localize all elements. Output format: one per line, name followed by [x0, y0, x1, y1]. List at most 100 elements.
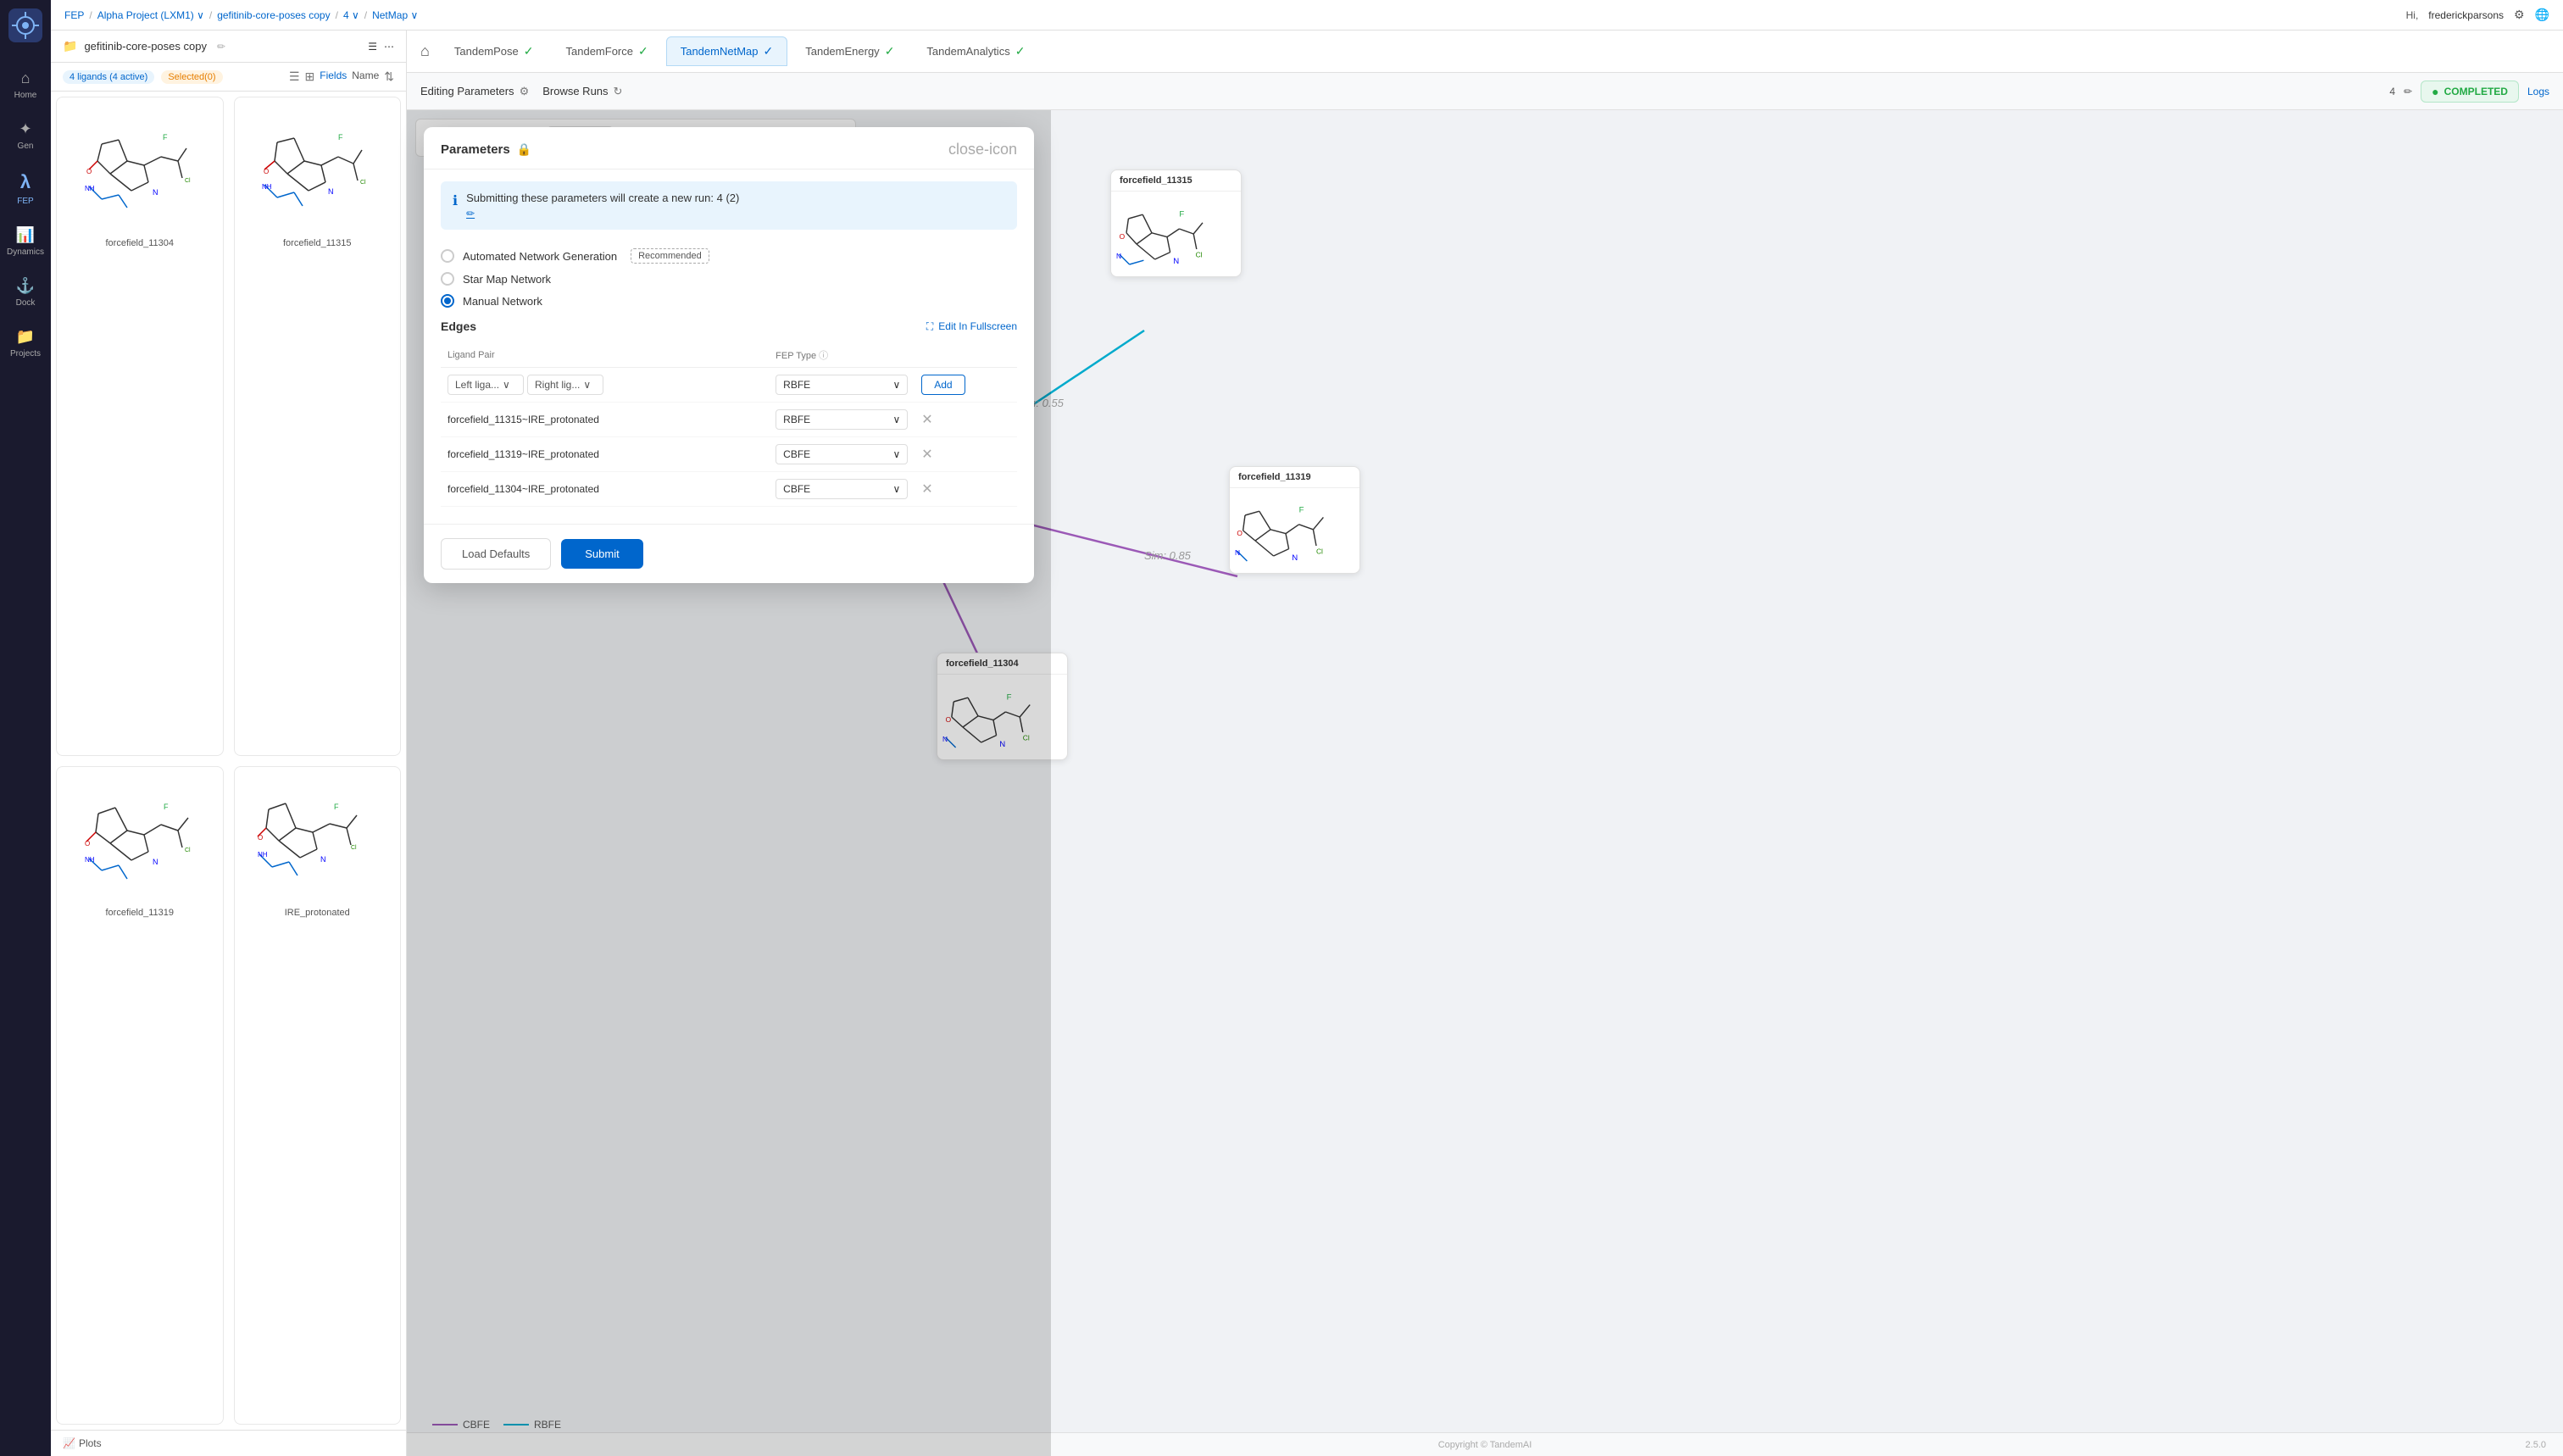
add-edge-button[interactable]: Add [921, 375, 965, 395]
sort-icon[interactable]: ⇅ [384, 69, 394, 84]
tab-tandemforce[interactable]: TandemForce ✓ [552, 36, 663, 66]
edge-fep-select-3[interactable]: CBFE ∨ [776, 479, 908, 499]
sidebar-item-projects[interactable]: 📁 Projects [0, 318, 51, 369]
sidebar-item-gen[interactable]: ✦ Gen [0, 110, 51, 161]
list-view-icon[interactable]: ☰ [289, 69, 300, 84]
settings-icon[interactable]: ⚙ [2514, 8, 2525, 22]
copyright-text: Copyright © TandemAI [1438, 1440, 1532, 1450]
fep-chevron-icon: ∨ [892, 379, 900, 391]
remove-edge-2-button[interactable]: ✕ [921, 447, 932, 462]
ligand-card-11304[interactable]: N F O Cl NH forcefield_11304 [56, 97, 224, 756]
node-forcefield-11315[interactable]: forcefield_11315 [1110, 169, 1242, 277]
edge-remove-1: ✕ [915, 403, 1017, 437]
breadcrumb-netmap[interactable]: NetMap ∨ [372, 9, 418, 21]
breadcrumb-count[interactable]: 4 ∨ [343, 9, 359, 21]
radio-manual[interactable]: Manual Network [441, 294, 1017, 308]
lock-icon: 🔒 [517, 142, 531, 157]
name-label[interactable]: Name [352, 69, 379, 84]
edit-folder-icon[interactable]: ✏ [217, 41, 225, 53]
browse-runs-label: Browse Runs [542, 85, 608, 97]
svg-text:O: O [264, 168, 269, 175]
fep-type-select[interactable]: RBFE ∨ [776, 375, 908, 395]
left-ligand-select[interactable]: Left liga... ∨ [448, 375, 524, 395]
edge-fep-chevron-3: ∨ [892, 483, 900, 495]
radio-automated-label: Automated Network Generation [463, 250, 617, 263]
svg-text:O: O [85, 840, 90, 847]
notice-text: Submitting these parameters will create … [466, 192, 739, 204]
edge-fep-2: CBFE ∨ [769, 437, 915, 472]
node-forcefield-11319[interactable]: forcefield_11319 [1229, 466, 1360, 574]
load-defaults-button[interactable]: Load Defaults [441, 538, 551, 570]
breadcrumb-project[interactable]: Alpha Project (LXM1) ∨ [97, 9, 204, 21]
menu-icon[interactable]: ☰ [368, 41, 377, 53]
more-icon[interactable]: ⋯ [384, 41, 394, 53]
globe-icon[interactable]: 🌐 [2535, 8, 2549, 22]
ligand-header: 📁 gefitinib-core-poses copy ✏ ☰ ⋯ [51, 31, 406, 63]
gear-small-icon: ⚙ [520, 85, 530, 98]
ligand-panel: 📁 gefitinib-core-poses copy ✏ ☰ ⋯ 4 liga… [51, 31, 407, 1456]
sidebar-item-fep[interactable]: λ FEP [0, 161, 51, 216]
grid-view-icon[interactable]: ⊞ [305, 69, 315, 84]
tab-tandemnetmap[interactable]: TandemNetMap ✓ [666, 36, 788, 66]
ligand-card-ire[interactable]: N F O Cl NH IRE_protonated [234, 766, 402, 1425]
fep-type-info-icon: ⓘ [819, 351, 828, 361]
svg-text:Sim: 0.85: Sim: 0.85 [1144, 549, 1192, 562]
params-title: Parameters 🔒 [441, 142, 531, 157]
plots-label: Plots [79, 1437, 102, 1449]
sidebar-item-home[interactable]: ⌂ Home [0, 59, 51, 110]
params-header: Parameters 🔒 close-icon [424, 127, 1034, 169]
tab-tandemenergy[interactable]: TandemEnergy ✓ [791, 36, 909, 66]
edge-fep-value-2: CBFE [783, 448, 810, 460]
ligand-footer: 📈 Plots [51, 1430, 406, 1456]
remove-edge-1-button[interactable]: ✕ [921, 413, 932, 427]
sidebar-item-dynamics[interactable]: 📊 Dynamics [0, 216, 51, 267]
browse-runs-btn[interactable]: Browse Runs ↻ [542, 85, 622, 98]
ligand-count-badge[interactable]: 4 ligands (4 active) [63, 70, 154, 84]
params-notice: ℹ Submitting these parameters will creat… [441, 181, 1017, 230]
tab-tandempose[interactable]: TandemPose ✓ [440, 36, 548, 66]
remove-edge-3-button[interactable]: ✕ [921, 482, 932, 497]
home-tab[interactable]: ⌂ [420, 42, 430, 60]
app-logo[interactable] [8, 8, 42, 42]
breadcrumb-fep[interactable]: FEP [64, 9, 84, 21]
edge-fep-select-1[interactable]: RBFE ∨ [776, 409, 908, 430]
params-panel: Parameters 🔒 close-icon ℹ Submitting the… [424, 127, 1034, 583]
sidebar-label-home: Home [14, 91, 37, 100]
sidebar-item-dock[interactable]: ⚓ Dock [0, 267, 51, 318]
right-ligand-select[interactable]: Right lig... ∨ [527, 375, 603, 395]
topbar-right: Hi, frederickparsons ⚙ 🌐 [2406, 8, 2549, 22]
svg-text:N: N [1292, 553, 1298, 563]
edit-runs-icon[interactable]: ✏ [2404, 86, 2412, 97]
radio-automated[interactable]: Automated Network Generation Recommended [441, 248, 1017, 264]
params-close-button[interactable]: close-icon [948, 141, 1017, 158]
ligand-card-11319[interactable]: N F O Cl NH forcefield_11319 [56, 766, 224, 1425]
col-empty [744, 343, 769, 368]
dock-icon: ⚓ [16, 277, 35, 295]
fields-label[interactable]: Fields [320, 69, 347, 84]
plots-button[interactable]: 📈 Plots [63, 1437, 102, 1449]
edge-fep-value-3: CBFE [783, 483, 810, 495]
sec-toolbar-right: 4 ✏ ● COMPLETED Logs [2389, 81, 2549, 103]
tab-tandemanalytics[interactable]: TandemAnalytics ✓ [912, 36, 1039, 66]
edges-table: Ligand Pair FEP Type ⓘ [441, 343, 1017, 507]
editing-params-btn[interactable]: Editing Parameters ⚙ [420, 85, 529, 98]
svg-text:NH: NH [85, 185, 95, 192]
ligand-card-11315[interactable]: N F O Cl NH forcefield_11315 [234, 97, 402, 756]
ligand-pair-inputs: Left liga... ∨ Right lig... ∨ [448, 375, 737, 395]
radio-starmap-circle [441, 272, 454, 286]
svg-text:N: N [328, 187, 334, 196]
username: frederickparsons [2428, 9, 2504, 21]
edge-fep-select-2[interactable]: CBFE ∨ [776, 444, 908, 464]
selected-badge[interactable]: Selected(0) [161, 70, 222, 84]
notice-edit-link[interactable]: ✏ [466, 208, 739, 220]
submit-button[interactable]: Submit [561, 539, 642, 569]
breadcrumb-poses[interactable]: gefitinib-core-poses copy [217, 9, 330, 21]
logs-label[interactable]: Logs [2527, 86, 2549, 97]
radio-starmap[interactable]: Star Map Network [441, 272, 1017, 286]
sidebar-label-fep: FEP [17, 197, 33, 206]
fullscreen-button[interactable]: ⛶ Edit In Fullscreen [926, 320, 1017, 333]
svg-text:Cl: Cl [185, 178, 191, 184]
radio-manual-circle [441, 294, 454, 308]
fullscreen-label: Edit In Fullscreen [938, 320, 1017, 332]
svg-text:F: F [338, 133, 343, 142]
